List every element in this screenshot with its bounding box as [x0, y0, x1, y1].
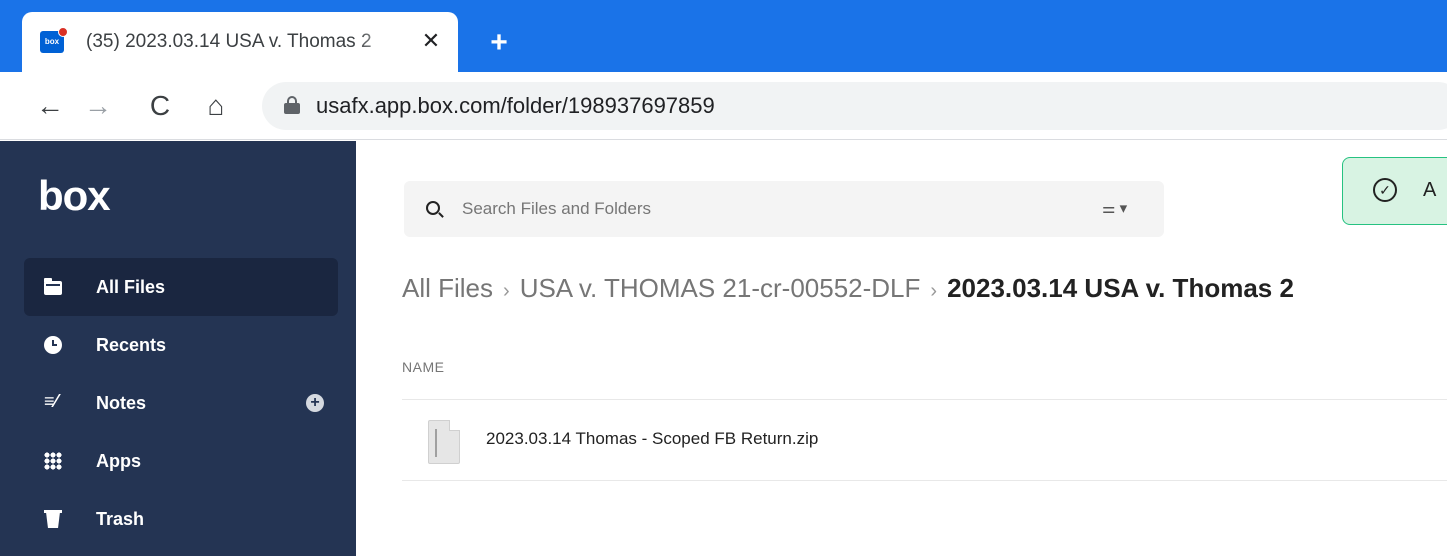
- search-input[interactable]: Search Files and Folders: [462, 199, 651, 219]
- file-name[interactable]: 2023.03.14 Thomas - Scoped FB Return.zip: [486, 428, 818, 450]
- forward-arrow-icon[interactable]: →: [78, 86, 118, 126]
- sidebar-item-apps[interactable]: Apps: [24, 432, 338, 490]
- tab-title: (35) 2023.03.14 USA v. Thomas 2: [86, 31, 372, 52]
- reload-icon[interactable]: C: [140, 86, 180, 126]
- apps-grid-icon: [44, 452, 62, 470]
- sidebar-item-label: Notes: [96, 393, 147, 413]
- box-logo[interactable]: box: [38, 175, 111, 217]
- breadcrumb-separator: ›: [930, 280, 938, 302]
- sidebar-item-notes[interactable]: ≡⁄ Notes +: [24, 374, 338, 432]
- address-bar[interactable]: usafx.app.box.com/folder/198937697859: [262, 82, 1447, 130]
- success-toast: ✓ A: [1342, 157, 1447, 225]
- notes-icon: ≡⁄: [44, 391, 58, 411]
- home-icon[interactable]: ⌂: [196, 86, 236, 126]
- toast-text: A: [1423, 179, 1437, 201]
- sidebar: box All Files Recents ≡⁄ Notes + Apps Tr…: [0, 141, 356, 556]
- url-text[interactable]: usafx.app.box.com/folder/198937697859: [316, 94, 715, 118]
- sidebar-item-label: Trash: [96, 509, 145, 529]
- back-arrow-icon[interactable]: ←: [30, 86, 70, 126]
- favicon-text: box: [44, 37, 60, 46]
- search-bar[interactable]: Search Files and Folders ⚌ ▾: [404, 181, 1164, 237]
- lock-icon[interactable]: [284, 96, 300, 114]
- search-icon: [426, 201, 440, 215]
- sidebar-item-recents[interactable]: Recents: [24, 316, 338, 374]
- add-note-icon[interactable]: +: [306, 394, 324, 412]
- folder-icon: [44, 278, 62, 296]
- zip-file-icon: [428, 420, 460, 464]
- tab-close-icon[interactable]: ✕: [418, 28, 444, 54]
- trash-icon: [44, 510, 62, 528]
- clock-icon: [44, 336, 62, 354]
- notification-dot-icon: [58, 27, 68, 37]
- new-tab-button[interactable]: +: [484, 28, 514, 58]
- divider: [402, 480, 1447, 481]
- filter-options-icon[interactable]: ⚌ ▾: [1102, 199, 1142, 219]
- browser-toolbar: ← → C ⌂ usafx.app.box.com/folder/1989376…: [0, 72, 1447, 140]
- sidebar-item-label: All Files: [96, 277, 166, 297]
- breadcrumb-item[interactable]: All Files: [402, 273, 493, 303]
- box-favicon-icon: box: [40, 27, 68, 53]
- check-circle-icon: ✓: [1373, 178, 1397, 202]
- breadcrumb-current: 2023.03.14 USA v. Thomas 2: [947, 273, 1294, 303]
- sidebar-item-label: Apps: [96, 451, 141, 471]
- breadcrumb-item[interactable]: USA v. THOMAS 21-cr-00552-DLF: [520, 273, 921, 303]
- column-header-name[interactable]: NAME: [402, 358, 444, 376]
- browser-tab[interactable]: box (35) 2023.03.14 USA v. Thomas 2 ✕: [22, 12, 458, 72]
- table-row[interactable]: 2023.03.14 Thomas - Scoped FB Return.zip: [402, 400, 1447, 480]
- sidebar-item-trash[interactable]: Trash: [24, 490, 338, 548]
- browser-tab-strip: box (35) 2023.03.14 USA v. Thomas 2 ✕ +: [0, 0, 1447, 72]
- breadcrumb-separator: ›: [503, 280, 510, 302]
- breadcrumb: All Files › USA v. THOMAS 21-cr-00552-DLF ›…: [402, 270, 1294, 306]
- sidebar-item-all-files[interactable]: All Files: [24, 258, 338, 316]
- sidebar-item-label: Recents: [96, 335, 167, 355]
